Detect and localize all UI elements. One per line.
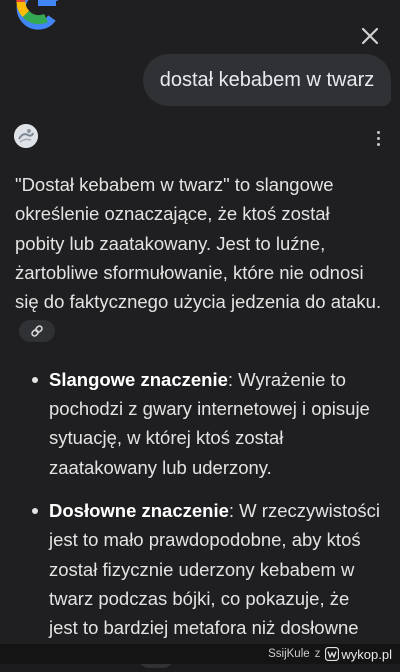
answer-bullet-list: Slangowe znaczenie: Wyrażenie to pochodz… [15,365,383,672]
bullet-title: Slangowe znaczenie [49,368,228,390]
more-options-button[interactable] [368,126,388,150]
answer-intro: "Dostał kebabem w twarz" to slangowe okr… [15,170,383,346]
wykop-logo-icon [325,647,340,661]
footer-separator: z [314,648,321,660]
footer-username: SsijKule [268,648,310,660]
bullet-title: Dosłowne znaczenie [49,499,229,521]
user-query-bubble: dostał kebabem w twarz [143,54,391,106]
footer-site: wykop.pl [341,646,392,662]
close-icon [361,27,379,45]
watermark-footer: SsijKule z wykop.pl [0,644,400,664]
list-item: Slangowe znaczenie: Wyrażenie to pochodz… [15,365,383,482]
answer-body: "Dostał kebabem w twarz" to slangowe okr… [15,170,383,672]
link-icon [31,324,43,337]
more-vert-icon [376,130,380,134]
google-g-icon [16,0,60,30]
source-link-chip[interactable] [19,319,55,342]
user-query-text: dostał kebabem w twarz [159,68,375,91]
close-button[interactable] [356,22,384,50]
chat-screen: dostał kebabem w twarz "Dostał kebabem w… [0,0,400,668]
gemini-avatar-icon [14,124,38,148]
